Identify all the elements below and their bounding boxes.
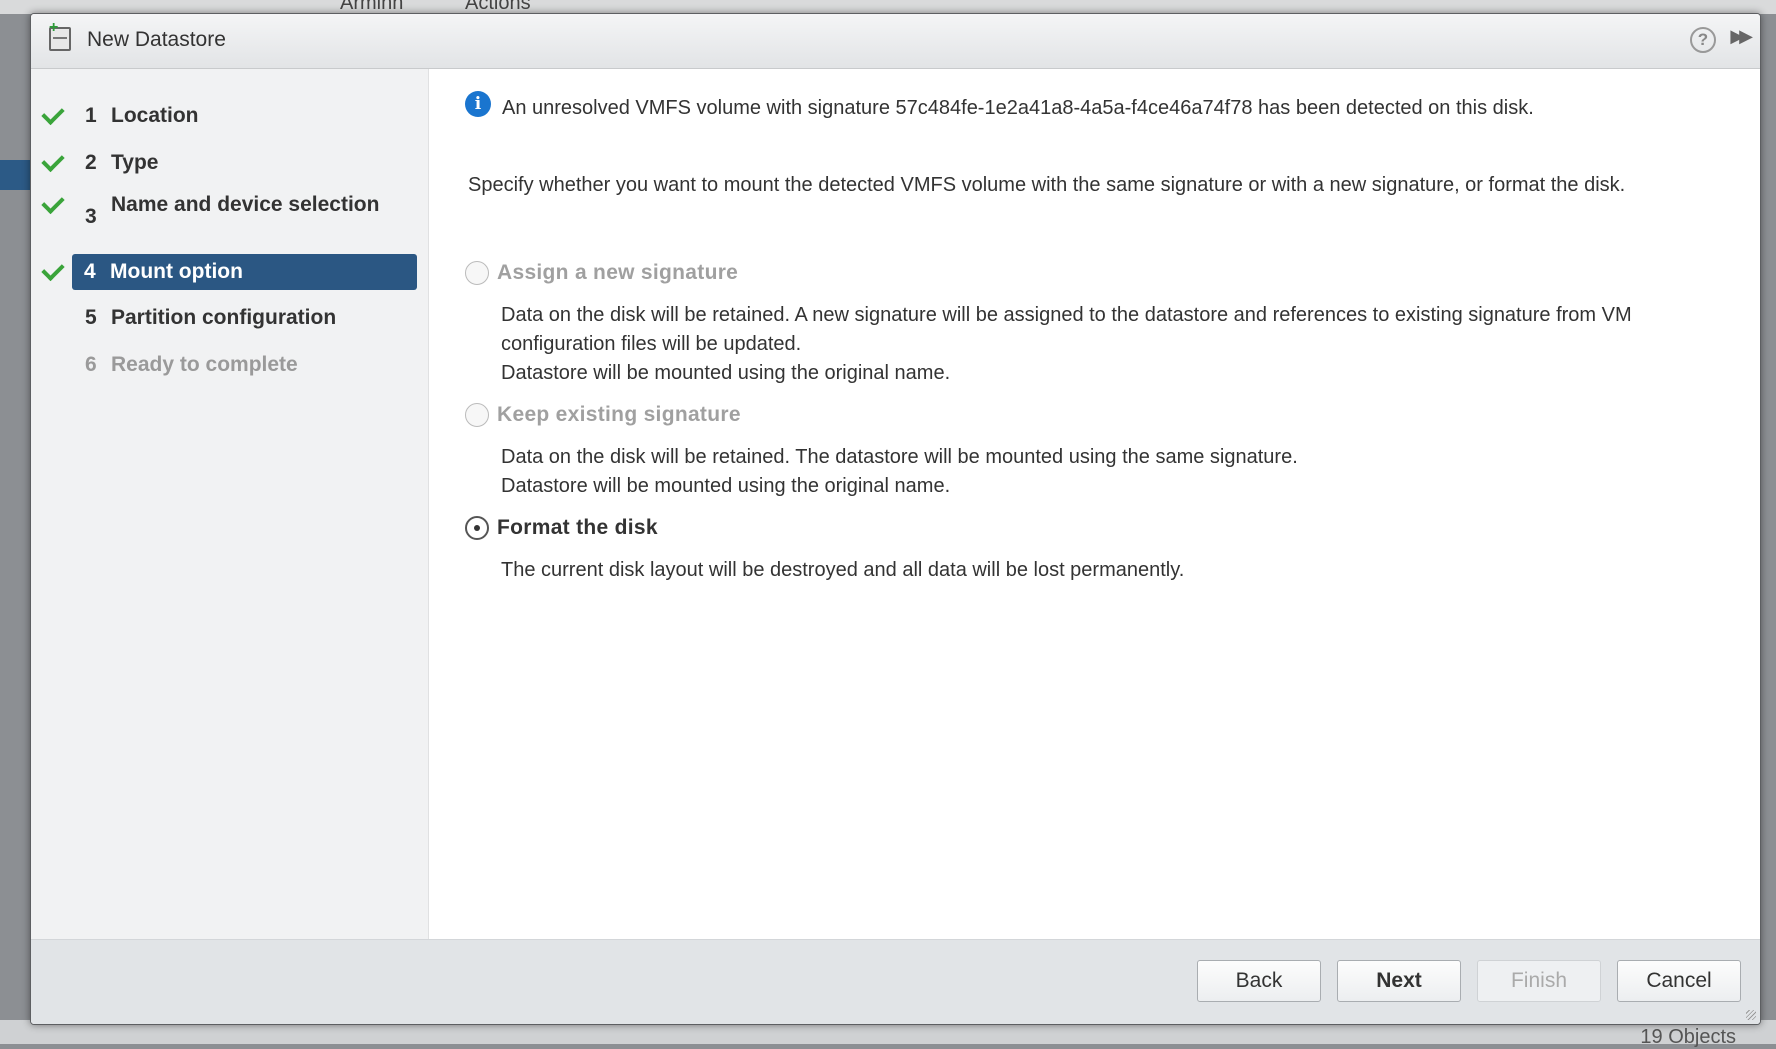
cancel-button[interactable]: Cancel [1617, 960, 1741, 1002]
dialog-title: New Datastore [87, 28, 226, 51]
step-label: Ready to complete [111, 353, 298, 376]
step-label: Type [111, 151, 159, 174]
info-icon: i [465, 91, 491, 117]
description-line: Datastore will be mounted using the orig… [501, 475, 951, 497]
background-objects-count: 19 Objects [1640, 1026, 1736, 1048]
option-label[interactable]: Format the disk [497, 516, 658, 540]
mount-option-panel: i An unresolved VMFS volume with signatu… [429, 69, 1760, 939]
resize-grip-icon[interactable] [1746, 1010, 1756, 1020]
instructions-text: Specify whether you want to mount the de… [468, 174, 1626, 196]
dialog-titlebar: New Datastore ? ▶▶ [31, 14, 1760, 69]
description-line: Data on the disk will be retained. A new… [501, 304, 1632, 355]
dialog-footer: Back Next Finish Cancel [31, 939, 1760, 1024]
step-number: 3 [85, 205, 97, 228]
keep-existing-signature-radio [465, 403, 489, 427]
step-number: 4 [84, 260, 96, 283]
background-selected-row [0, 160, 30, 190]
step-number: 5 [85, 306, 97, 329]
background-toolbar: Arminn Actions [0, 0, 1776, 14]
help-icon[interactable]: ? [1690, 27, 1716, 53]
assign-new-signature-description: Data on the disk will be retained. A new… [501, 301, 1741, 388]
keep-existing-signature-description: Data on the disk will be retained. The d… [501, 443, 1741, 501]
expand-icon[interactable]: ▶▶ [1730, 26, 1753, 47]
checkmark-icon [41, 148, 65, 173]
step-label: Partition configuration [111, 306, 337, 329]
new-datastore-dialog: New Datastore ? ▶▶ 1 Location 2 Type 3 N… [30, 13, 1761, 1025]
format-the-disk-description: The current disk layout will be destroye… [501, 556, 1741, 585]
checkmark-icon [41, 190, 65, 215]
step-label: Mount option [110, 260, 243, 283]
assign-new-signature-radio [465, 261, 489, 285]
next-button[interactable]: Next [1337, 960, 1461, 1002]
step-label: Location [111, 104, 199, 127]
format-the-disk-radio[interactable] [465, 516, 489, 540]
option-label: Assign a new signature [497, 261, 739, 284]
checkmark-icon [41, 257, 65, 282]
info-message: An unresolved VMFS volume with signature… [502, 97, 1534, 119]
step-label: Name and device selection [111, 193, 380, 216]
option-label: Keep existing signature [497, 403, 741, 426]
step-number: 2 [85, 151, 97, 174]
wizard-steps: 1 Location 2 Type 3 Name and device sele… [31, 69, 429, 939]
datastore-add-icon [49, 19, 71, 51]
finish-button: Finish [1477, 960, 1601, 1002]
description-line: The current disk layout will be destroye… [501, 559, 1185, 581]
checkmark-icon [41, 101, 65, 126]
step-number: 1 [85, 104, 97, 127]
description-line: Datastore will be mounted using the orig… [501, 362, 951, 384]
description-line: Data on the disk will be retained. The d… [501, 446, 1298, 468]
back-button[interactable]: Back [1197, 960, 1321, 1002]
step-mount-option[interactable]: 4 Mount option [41, 254, 417, 290]
step-number: 6 [85, 353, 97, 376]
